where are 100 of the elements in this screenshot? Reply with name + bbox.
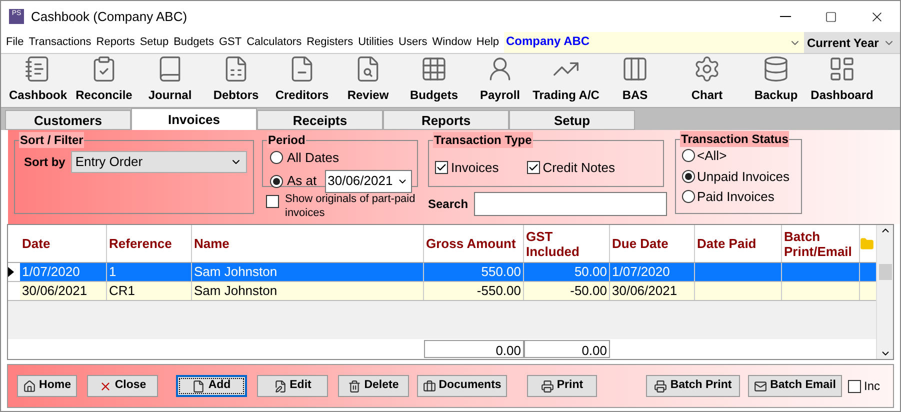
toolbar-button[interactable]: Cashbook — [5, 55, 71, 104]
mail-icon — [754, 380, 768, 392]
menu-item[interactable]: Setup — [140, 34, 169, 51]
toolbar-button[interactable]: Chart — [671, 55, 743, 104]
toolbar-button[interactable]: Budgets — [401, 55, 467, 104]
tab[interactable]: Reports — [383, 110, 509, 130]
radio-button[interactable] — [270, 174, 283, 188]
tab[interactable]: Receipts — [257, 110, 383, 130]
database-icon — [762, 55, 790, 83]
action-button[interactable]: Delete — [338, 375, 409, 397]
scrollbar[interactable] — [876, 225, 893, 359]
toolbar-button[interactable]: Payroll — [467, 55, 533, 104]
trash-icon — [348, 380, 362, 392]
group-title: Period — [267, 132, 306, 148]
tab[interactable]: Customers — [5, 110, 131, 130]
action-button[interactable]: Add — [176, 375, 247, 397]
group-title: Sort / Filter — [19, 132, 84, 148]
briefcase-icon — [422, 380, 436, 392]
toolbar-button[interactable]: Journal — [137, 55, 203, 104]
menu-item[interactable]: Calculators — [246, 34, 302, 51]
toolbar-button[interactable]: Trading A/C — [533, 55, 599, 104]
checkbox-label: Invoices — [451, 159, 499, 177]
checkbox[interactable] — [848, 380, 861, 392]
year-dropdown[interactable]: Current Year — [804, 32, 900, 53]
radio-button[interactable] — [682, 149, 696, 162]
checkbox[interactable] — [526, 161, 540, 174]
menu-item[interactable]: GST — [218, 34, 242, 51]
checkbox[interactable] — [266, 195, 279, 208]
table-cell: 30/06/2021 — [610, 282, 695, 300]
action-button[interactable]: Home — [17, 375, 77, 397]
action-button[interactable]: Edit — [257, 375, 328, 397]
home-icon — [23, 380, 36, 392]
toolbar-button[interactable]: Debtors — [203, 55, 269, 104]
menu-item[interactable]: Transactions — [28, 34, 92, 51]
toolbar-button[interactable]: Backup — [743, 55, 809, 104]
radio-label: Unpaid Invoices — [697, 168, 790, 186]
radio-button[interactable] — [270, 151, 283, 164]
action-button[interactable]: Print — [527, 375, 597, 397]
radio-label: As at — [287, 172, 317, 190]
close-icon — [98, 380, 112, 392]
search-field[interactable] — [474, 192, 668, 216]
date-picker[interactable]: 30/06/2021 — [324, 170, 412, 192]
group-title: Transaction Type — [433, 132, 533, 148]
search-label: Search — [428, 196, 468, 213]
tab[interactable]: Setup — [509, 110, 635, 130]
radio-button[interactable] — [682, 190, 696, 204]
column-header[interactable]: Name — [192, 225, 424, 262]
total-cell: 0.00 — [524, 340, 610, 358]
menu-item[interactable]: Reports — [96, 34, 135, 51]
edit-icon — [274, 380, 287, 392]
checkbox-label: Inc — [864, 378, 880, 395]
group-title: Transaction Status — [680, 131, 790, 147]
table-cell: 50.00 — [524, 263, 610, 281]
checkbox-label: Credit Notes — [542, 159, 615, 177]
table-cell: Sam Johnston — [192, 263, 424, 281]
printer-icon — [540, 380, 554, 392]
radio-label: <All> — [697, 147, 727, 165]
row-indicator-cell — [8, 282, 20, 300]
company-dropdown[interactable]: Company ABC — [504, 32, 804, 53]
toolbar-button[interactable]: Dashboard — [809, 55, 875, 104]
table-cell: Sam Johnston — [192, 282, 424, 300]
table-row[interactable]: 30/06/2021 CR1 Sam Johnston -550.00 -50.00 30/06/2021 — [8, 282, 876, 301]
column-header[interactable]: Date — [20, 225, 107, 262]
scroll-thumb[interactable] — [878, 264, 892, 280]
column-header[interactable]: Gross Amount — [424, 225, 524, 262]
menu-item[interactable]: Registers — [306, 34, 354, 51]
radio-button[interactable] — [682, 170, 696, 183]
radio-label: Paid Invoices — [697, 188, 774, 206]
toolbar-button[interactable]: Reconcile — [71, 55, 137, 104]
menu-item[interactable]: Help — [476, 34, 500, 51]
table-cell: 1/07/2020 — [20, 263, 107, 281]
table-cell: -550.00 — [424, 282, 524, 300]
column-header[interactable]: Date Paid — [695, 225, 782, 262]
action-button[interactable]: Batch Email — [748, 375, 842, 397]
tab[interactable]: Invoices — [131, 108, 257, 130]
action-button[interactable]: Documents — [417, 375, 507, 397]
menu-item[interactable]: Window — [432, 34, 472, 51]
total-cell: 0.00 — [424, 340, 524, 358]
menu-item[interactable]: File — [6, 34, 24, 51]
checkbox[interactable] — [435, 161, 448, 174]
row-pointer-icon — [8, 267, 14, 277]
dashboard-icon — [828, 55, 856, 83]
maximize-icon — [825, 10, 837, 22]
toolbar-button[interactable]: Review — [335, 55, 401, 104]
sort-dropdown[interactable]: Entry Order — [71, 151, 248, 173]
toolbar-button[interactable]: Creditors — [269, 55, 335, 104]
column-header[interactable]: Due Date — [610, 225, 695, 262]
gear-icon — [693, 55, 721, 83]
column-header[interactable]: GST Included — [524, 225, 610, 262]
table-cell: CR1 — [107, 282, 192, 300]
menu-item[interactable]: Utilities — [358, 34, 394, 51]
column-header[interactable]: Reference — [107, 225, 192, 262]
table-row[interactable]: 1/07/2020 1 Sam Johnston 550.00 50.00 1/07/2020 — [8, 263, 876, 282]
action-button[interactable]: Close — [87, 375, 158, 397]
menu-item[interactable]: Users — [398, 34, 428, 51]
action-button[interactable]: Batch Print — [646, 375, 740, 397]
grid-icon — [420, 55, 448, 83]
table-cell: -50.00 — [524, 282, 610, 300]
menu-item[interactable]: Budgets — [174, 34, 214, 51]
toolbar-button[interactable]: BAS — [599, 55, 671, 104]
